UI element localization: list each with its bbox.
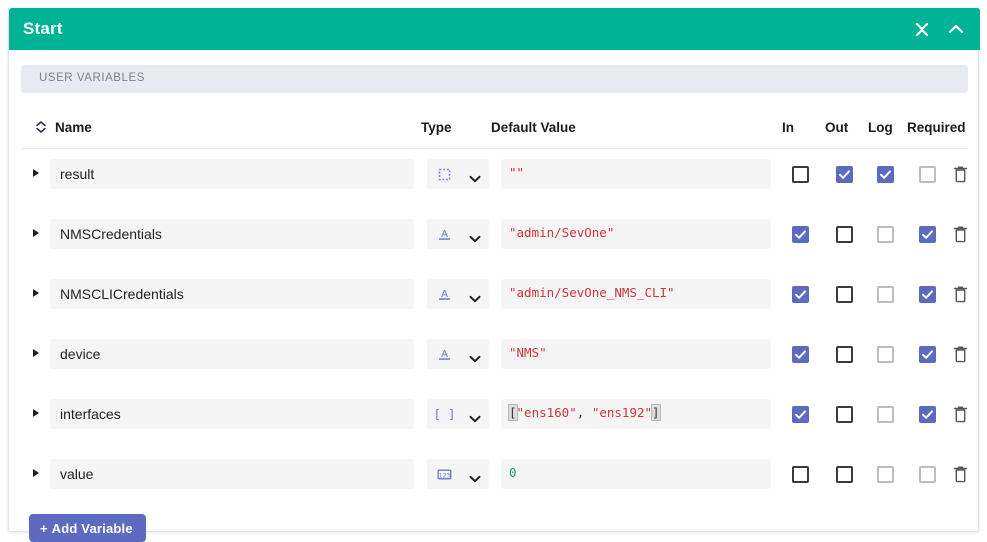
section-label: USER VARIABLES (39, 72, 145, 84)
expand-arrow-icon[interactable] (33, 289, 39, 297)
trash-icon[interactable] (952, 465, 969, 484)
variable-name-input[interactable] (50, 219, 414, 249)
checkbox-required[interactable] (919, 226, 936, 243)
checkbox-required[interactable] (919, 406, 936, 423)
header-divider (21, 148, 968, 149)
chevron-down-icon (469, 230, 481, 243)
checkbox-in[interactable] (792, 286, 809, 303)
checkbox-out[interactable] (836, 226, 853, 243)
column-header-log[interactable]: Log (868, 120, 893, 135)
trash-icon[interactable] (952, 225, 969, 244)
collapse-all-icon[interactable] (910, 17, 934, 41)
table-row: [ ] ["ens160", "ens192"] (9, 394, 980, 438)
svg-text:123: 123 (439, 472, 451, 479)
variable-name-input[interactable] (50, 459, 414, 489)
chevron-up-icon[interactable] (944, 17, 968, 41)
trash-icon[interactable] (952, 405, 969, 424)
expand-arrow-icon[interactable] (33, 409, 39, 417)
type-any-icon (436, 166, 453, 183)
checkbox-required[interactable] (919, 466, 936, 483)
table-row: A "admin/SevOne" (9, 214, 980, 258)
start-node-panel: Start USER VARIABLES Name Type Default V… (8, 8, 980, 542)
variable-name-input[interactable] (50, 279, 414, 309)
plus-icon: + (40, 520, 48, 536)
variable-type-select[interactable]: 123 (427, 459, 489, 489)
chevron-down-icon (469, 470, 481, 483)
variable-default-value-input[interactable]: "admin/SevOne" (501, 219, 771, 249)
checkbox-log[interactable] (877, 346, 894, 363)
checkbox-required[interactable] (919, 286, 936, 303)
checkbox-out[interactable] (836, 466, 853, 483)
chevron-down-icon (469, 410, 481, 423)
column-header-type[interactable]: Type (421, 120, 452, 135)
checkbox-log[interactable] (877, 466, 894, 483)
checkbox-in[interactable] (792, 166, 809, 183)
checkbox-log[interactable] (877, 166, 894, 183)
chevron-down-icon (469, 170, 481, 183)
add-variable-label: Add Variable (51, 520, 133, 536)
checkbox-log[interactable] (877, 406, 894, 423)
table-row: A "admin/SevOne_NMS_CLI" (9, 274, 980, 318)
type-string-icon: A (436, 346, 453, 363)
variable-default-value-input[interactable]: 0 (501, 459, 771, 489)
variable-type-select[interactable] (427, 159, 489, 189)
checkbox-required[interactable] (919, 346, 936, 363)
type-string-icon: A (436, 226, 453, 243)
expand-arrow-icon[interactable] (33, 469, 39, 477)
chevron-down-icon (469, 350, 481, 363)
table-row: 123 0 (9, 454, 980, 498)
variable-default-value-input[interactable]: "" (501, 159, 771, 189)
variable-default-value-input[interactable]: "NMS" (501, 339, 771, 369)
page-title: Start (23, 19, 63, 38)
trash-icon[interactable] (952, 345, 969, 364)
sort-collapse-icon[interactable] (34, 120, 48, 134)
expand-arrow-icon[interactable] (33, 349, 39, 357)
checkbox-required[interactable] (919, 166, 936, 183)
expand-arrow-icon[interactable] (33, 169, 39, 177)
variable-name-input[interactable] (50, 399, 414, 429)
variable-type-select[interactable]: A (427, 339, 489, 369)
column-header-out[interactable]: Out (825, 120, 848, 135)
variable-default-value-input[interactable]: ["ens160", "ens192"] (501, 399, 771, 429)
svg-text:[ ]: [ ] (436, 407, 453, 421)
table-row: "" (9, 154, 980, 198)
variable-name-input[interactable] (50, 159, 414, 189)
checkbox-out[interactable] (836, 406, 853, 423)
panel-titlebar: Start (9, 8, 980, 50)
variable-type-select[interactable]: A (427, 279, 489, 309)
checkbox-out[interactable] (836, 286, 853, 303)
variable-name-input[interactable] (50, 339, 414, 369)
table-row: A "NMS" (9, 334, 980, 378)
checkbox-in[interactable] (792, 346, 809, 363)
column-header-name[interactable]: Name (55, 120, 92, 135)
user-variables-section-header: USER VARIABLES (21, 65, 968, 93)
checkbox-log[interactable] (877, 286, 894, 303)
variable-default-value-input[interactable]: "admin/SevOne_NMS_CLI" (501, 279, 771, 309)
type-string-icon: A (436, 286, 453, 303)
table-column-headers: Name Type Default Value In Out Log Requi… (9, 116, 980, 148)
variable-type-select[interactable]: A (427, 219, 489, 249)
checkbox-in[interactable] (792, 406, 809, 423)
chevron-down-icon (469, 290, 481, 303)
column-header-required[interactable]: Required (907, 120, 966, 135)
variable-type-select[interactable]: [ ] (427, 399, 489, 429)
checkbox-in[interactable] (792, 466, 809, 483)
checkbox-in[interactable] (792, 226, 809, 243)
column-header-default-value[interactable]: Default Value (491, 120, 576, 135)
checkbox-out[interactable] (836, 166, 853, 183)
expand-arrow-icon[interactable] (33, 229, 39, 237)
checkbox-log[interactable] (877, 226, 894, 243)
trash-icon[interactable] (952, 285, 969, 304)
trash-icon[interactable] (952, 165, 969, 184)
add-variable-button[interactable]: + Add Variable (29, 514, 146, 542)
checkbox-out[interactable] (836, 346, 853, 363)
column-header-in[interactable]: In (782, 120, 794, 135)
type-array-icon: [ ] (434, 406, 456, 423)
type-number-icon: 123 (436, 466, 453, 483)
